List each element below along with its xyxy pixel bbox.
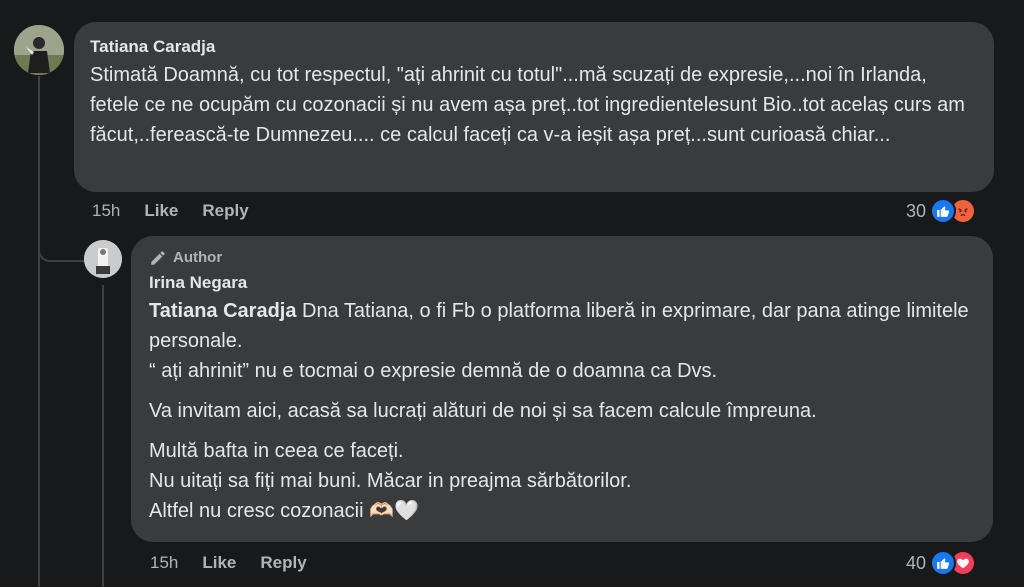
reply-connector [38,240,86,262]
reply-button[interactable]: Reply [260,553,306,573]
author-badge: Author [149,248,975,268]
comment-actions: 15h Like Reply [92,201,273,221]
like-button[interactable]: Like [202,553,236,573]
reply-paragraph: Va invitam aici, acasă sa lucrați alătur… [149,396,975,426]
comment-bubble: Tatiana Caradja Stimată Doamnă, cu tot r… [74,22,994,192]
comment-text: Stimată Doamnă, cu tot respectul, "ați a… [90,64,965,146]
reply-paragraph-text: Multă bafta in ceea ce faceți. [149,440,404,462]
reply-timestamp[interactable]: 15h [150,553,178,573]
reply-button[interactable]: Reply [202,201,248,221]
like-button[interactable]: Like [144,201,178,221]
reply-actions: 15h Like Reply [150,553,331,573]
comment-timestamp[interactable]: 15h [92,201,120,221]
thread-line [38,76,40,587]
avatar[interactable] [14,25,64,75]
reply-thread-line [102,285,104,587]
reactions-summary[interactable]: 30 [906,198,977,224]
reply-paragraph: Multă bafta in ceea ce faceți. Nu uitați … [149,436,975,526]
reply-paragraph: Tatiana Caradja Dna Tatiana, o fi Fb o p… [149,296,975,386]
reply-paragraph-text: Va invitam aici, acasă sa lucrați alătur… [149,400,817,422]
like-icon [930,550,957,576]
avatar[interactable] [84,240,122,278]
mention-link[interactable]: Tatiana Caradja [149,300,296,322]
reaction-count: 30 [906,200,927,221]
reply-paragraph-text: “ ați ahrinit” nu e tocmai o expresie de… [149,360,718,382]
reply-paragraph-text: Nu uitați sa fiți mai buni. Măcar in pre… [149,470,632,492]
reactions-summary[interactable]: 40 [906,550,977,576]
reply-bubble: Author Irina Negara Tatiana Caradja Dna … [131,236,993,542]
reply-author-name[interactable]: Irina Negara [149,272,975,294]
reply-paragraph-text: Altfel nu cresc cozonacii 🫶🏻🤍 [149,500,419,522]
author-badge-label: Author [173,249,223,266]
pencil-icon [151,251,165,265]
reply-text: Tatiana Caradja Dna Tatiana, o fi Fb o p… [149,296,975,526]
comment-author-name[interactable]: Tatiana Caradja [90,36,978,58]
like-icon [930,198,957,224]
reaction-count: 40 [906,552,927,573]
